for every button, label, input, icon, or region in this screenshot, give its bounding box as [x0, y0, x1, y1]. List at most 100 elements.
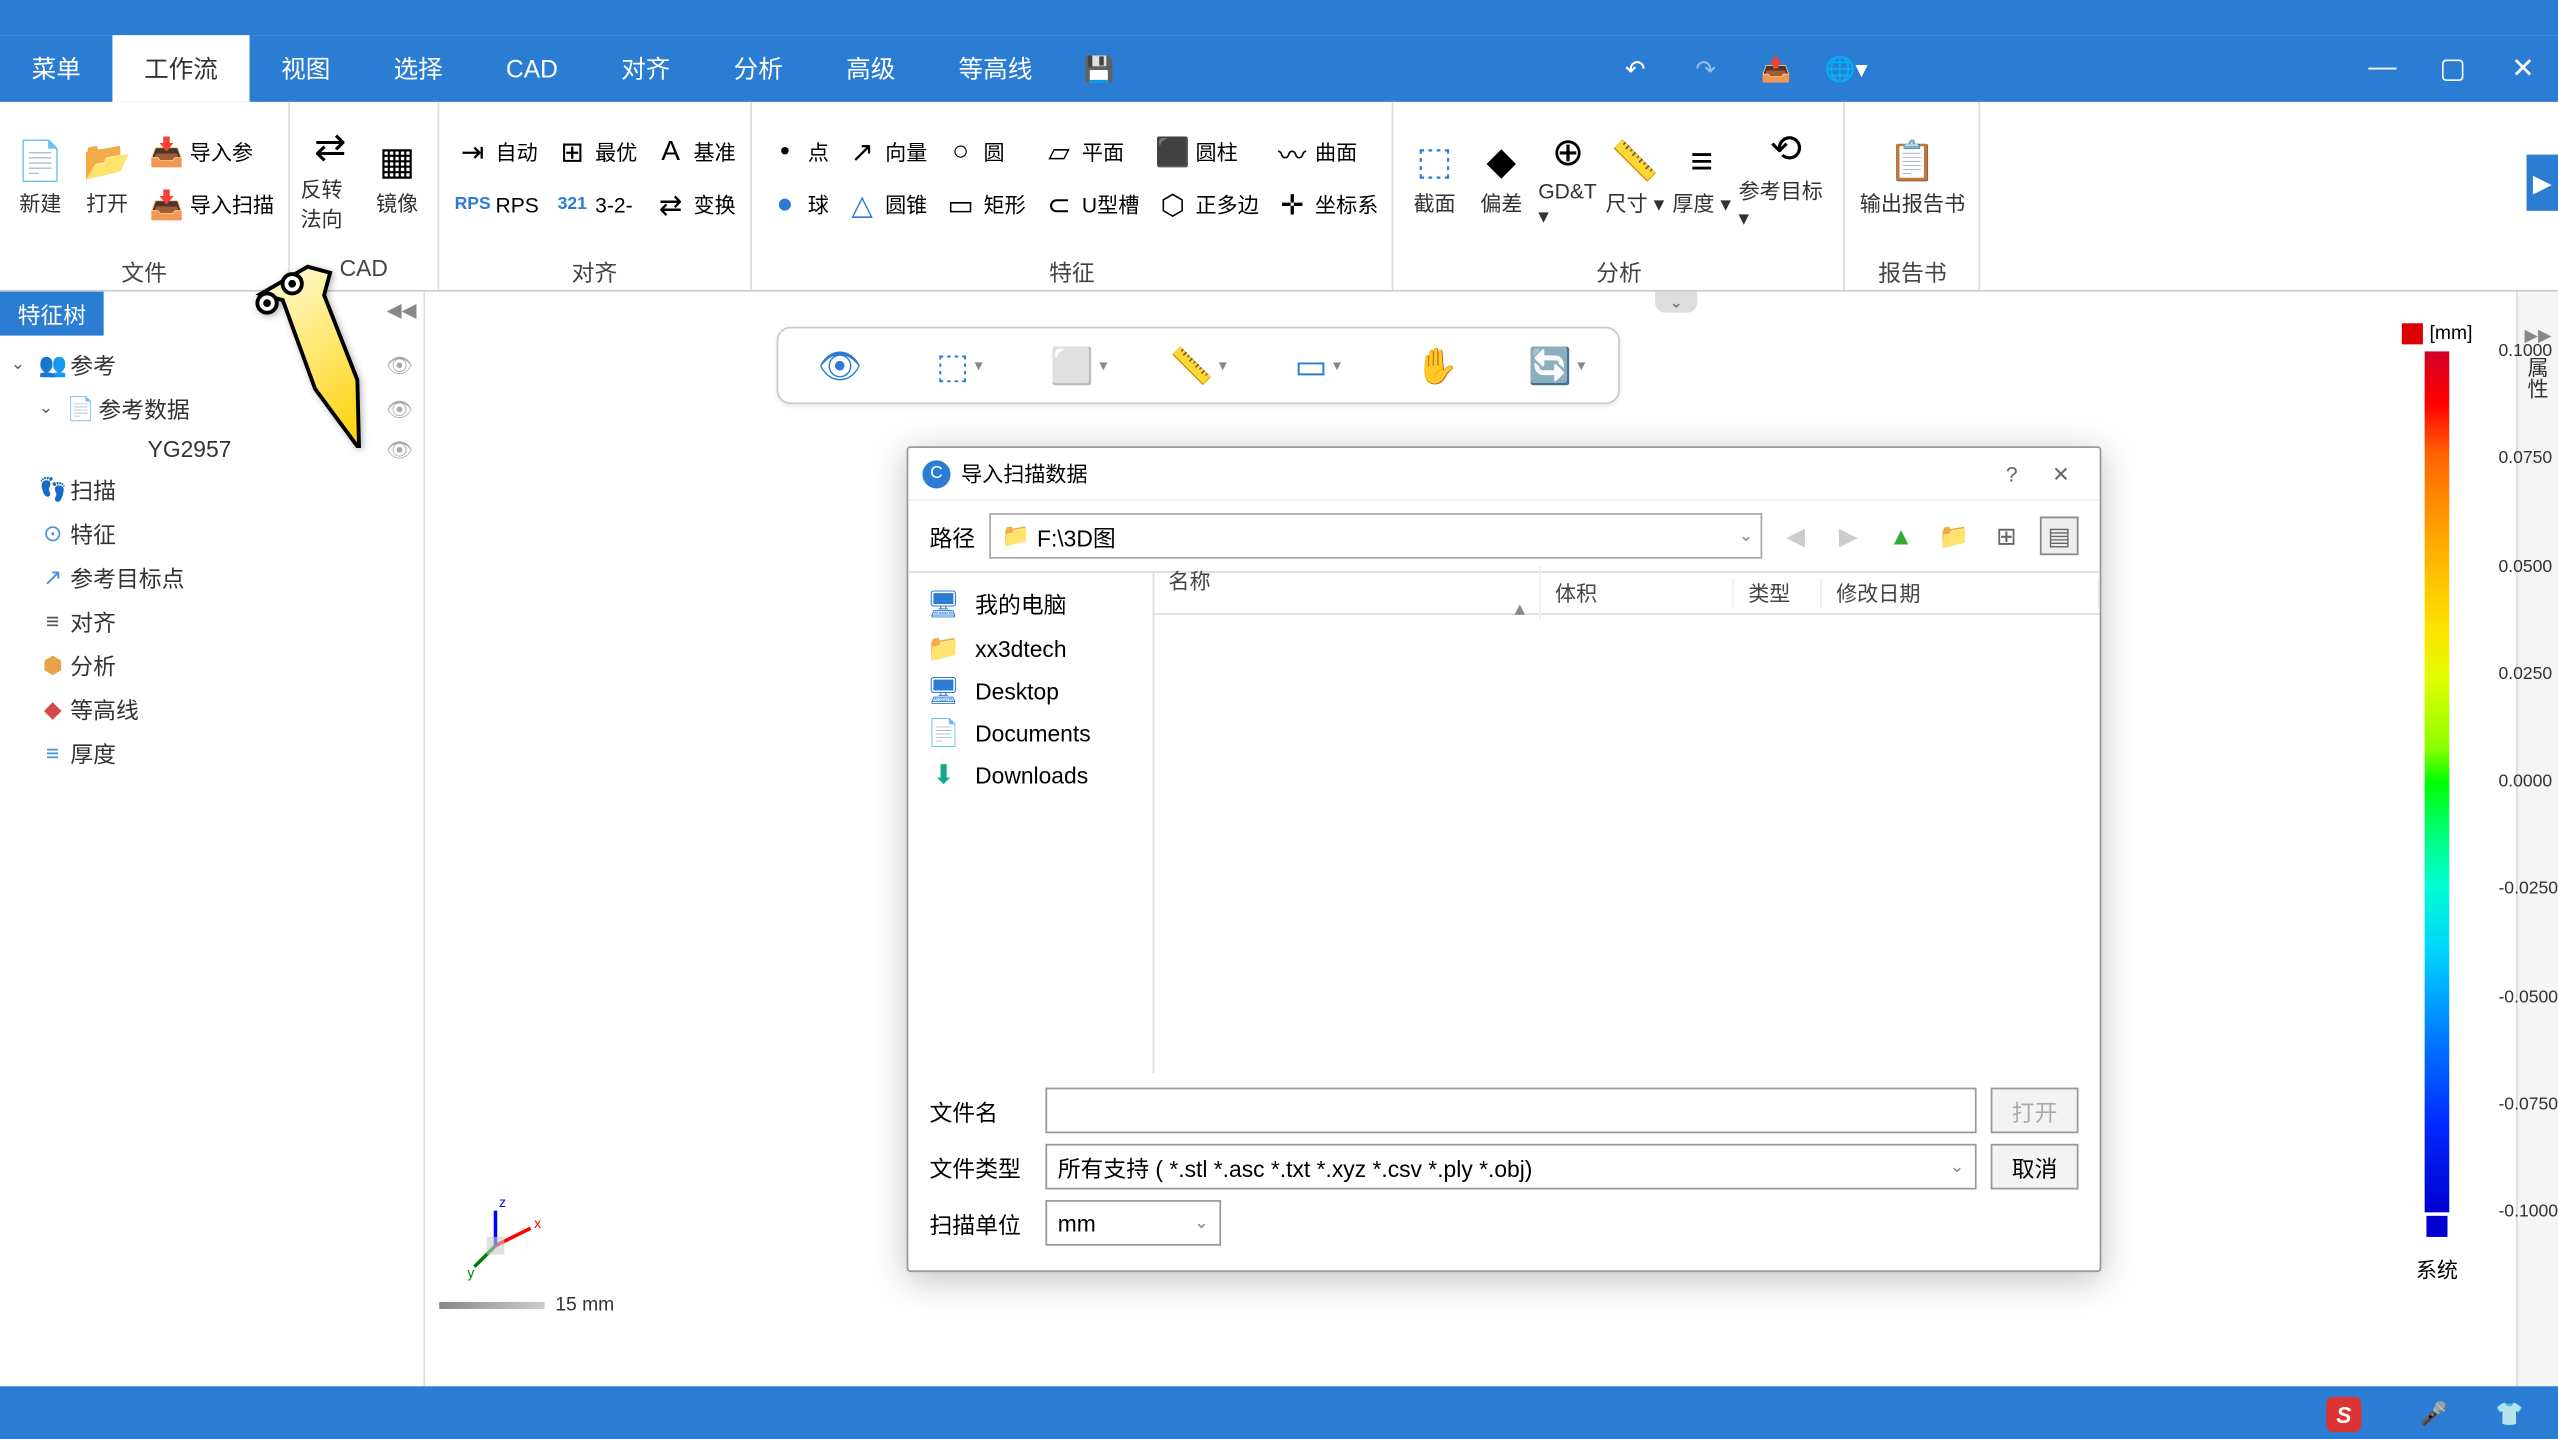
- help-icon[interactable]: 🌐▾: [1811, 35, 1881, 102]
- open-file-button[interactable]: 打开: [1991, 1088, 2079, 1134]
- tab-cad[interactable]: CAD: [474, 35, 589, 102]
- view-measure-button[interactable]: 📏▾: [1154, 339, 1242, 392]
- mirror-button[interactable]: ▦镜像: [364, 132, 431, 225]
- tree-item-1[interactable]: ⌄📄参考数据👁: [0, 387, 423, 431]
- tab-menu[interactable]: 菜单: [0, 35, 112, 102]
- transform-button[interactable]: ⇄变换: [644, 178, 742, 231]
- feature-sphere-button[interactable]: ●球: [759, 178, 836, 231]
- feature-polygon-button[interactable]: ⬡正多边: [1146, 178, 1266, 231]
- ime-lang[interactable]: 中: [2368, 1398, 2391, 1431]
- tree-item-0[interactable]: ⌄👥参考👁: [0, 343, 423, 387]
- rps-button[interactable]: RPSRPS: [446, 178, 546, 231]
- unit-select[interactable]: mm⌄: [1045, 1200, 1221, 1246]
- bestfit-button[interactable]: ⊞最优: [546, 126, 644, 179]
- visibility-icon[interactable]: 👁: [386, 437, 413, 462]
- feature-point-button[interactable]: •点: [759, 126, 836, 179]
- cancel-button[interactable]: 取消: [1991, 1144, 2079, 1190]
- col-size[interactable]: 体积: [1541, 578, 1734, 608]
- ref-target-button[interactable]: ⟲参考目标 ▾: [1735, 119, 1837, 237]
- import-scan-button[interactable]: 📥导入扫描: [141, 178, 282, 231]
- nav-back-button[interactable]: ◀: [1776, 517, 1815, 556]
- open-button[interactable]: 📂打开: [74, 132, 141, 225]
- tab-analyze[interactable]: 分析: [702, 35, 814, 102]
- tab-workflow[interactable]: 工作流: [112, 35, 249, 102]
- sidebar-collapse[interactable]: ◀◀: [387, 299, 417, 322]
- tab-view[interactable]: 视图: [249, 35, 361, 102]
- tree-item-9[interactable]: ≡厚度: [0, 731, 423, 775]
- nav-newfolder-button[interactable]: 📁: [1934, 517, 1973, 556]
- filetype-select[interactable]: 所有支持 ( *.stl *.asc *.txt *.xyz *.csv *.p…: [1045, 1144, 1976, 1190]
- tab-contour[interactable]: 等高线: [927, 35, 1064, 102]
- ime-mic-icon[interactable]: 🎤: [2420, 1400, 2448, 1428]
- sidebar-tab-tree[interactable]: 特征树: [0, 292, 104, 336]
- dialog-close-button[interactable]: ✕: [2036, 461, 2085, 486]
- view-cube-button[interactable]: ⬚▾: [915, 339, 1003, 392]
- dimension-button[interactable]: 📏尺寸 ▾: [1601, 132, 1668, 225]
- file-list[interactable]: 名称 ▴ 体积 类型 修改日期: [1154, 573, 2099, 1074]
- feature-cone-button[interactable]: △圆锥: [836, 178, 934, 231]
- view-box-button[interactable]: ⬜▾: [1035, 339, 1123, 392]
- view-eye-button[interactable]: 👁: [796, 339, 884, 392]
- minimize-button[interactable]: —: [2347, 35, 2417, 102]
- ime-sogou-icon[interactable]: S: [2326, 1397, 2361, 1432]
- section-button[interactable]: ⬚截面: [1401, 132, 1468, 225]
- deviation-button[interactable]: ◆偏差: [1468, 132, 1535, 225]
- nav-downloads[interactable]: ⬇Downloads: [908, 754, 1152, 796]
- feature-rect-button[interactable]: ▭矩形: [934, 178, 1032, 231]
- nav-documents[interactable]: 📄Documents: [908, 712, 1152, 754]
- path-input[interactable]: 📁 F:\3D图 ⌄: [989, 513, 1762, 559]
- view-select-button[interactable]: ▭▾: [1274, 339, 1362, 392]
- save-icon[interactable]: 💾: [1064, 35, 1134, 102]
- dialog-help-button[interactable]: ?: [1987, 461, 2036, 486]
- view-hand-button[interactable]: ✋: [1393, 339, 1481, 392]
- flip-normals-button[interactable]: ⇄反转法向: [297, 117, 364, 240]
- feature-cylinder-button[interactable]: ⬛圆柱: [1146, 126, 1266, 179]
- ime-keyboard-icon[interactable]: ⌨: [2455, 1400, 2488, 1428]
- visibility-icon[interactable]: 👁: [386, 396, 413, 421]
- tree-item-4[interactable]: ⊙特征: [0, 511, 423, 555]
- tree-item-2[interactable]: YG2957👁: [0, 430, 423, 467]
- auto-align-button[interactable]: ⇥自动: [446, 126, 546, 179]
- thickness-button[interactable]: ≡厚度 ▾: [1668, 132, 1735, 225]
- visibility-icon[interactable]: 👁: [386, 352, 413, 377]
- close-button[interactable]: ✕: [2488, 35, 2558, 102]
- view-rotate-button[interactable]: 🔄▾: [1513, 339, 1601, 392]
- feature-surface-button[interactable]: 〰曲面: [1266, 126, 1386, 179]
- tree-item-7[interactable]: ⬢分析: [0, 643, 423, 687]
- tab-select[interactable]: 选择: [362, 35, 474, 102]
- nav-desktop[interactable]: 🖥Desktop: [908, 669, 1152, 711]
- filename-input[interactable]: [1045, 1088, 1976, 1134]
- feature-plane-button[interactable]: ▱平面: [1033, 126, 1147, 179]
- ime-skin-icon[interactable]: 👕: [2495, 1400, 2523, 1428]
- ime-punct-icon[interactable]: •,: [2398, 1401, 2412, 1427]
- nav-fwd-button[interactable]: ▶: [1829, 517, 1868, 556]
- feature-coord-button[interactable]: ✛坐标系: [1266, 178, 1386, 231]
- feature-vector-button[interactable]: ↗向量: [836, 126, 934, 179]
- export-icon[interactable]: 📤: [1741, 35, 1811, 102]
- col-type[interactable]: 类型: [1734, 578, 1822, 608]
- nav-mycomputer[interactable]: 🖥我的电脑: [908, 580, 1152, 627]
- feature-uslot-button[interactable]: ⊂U型槽: [1033, 178, 1147, 231]
- tree-item-8[interactable]: ◆等高线: [0, 687, 423, 731]
- view-list-button[interactable]: ⊞: [1987, 517, 2026, 556]
- import-ref-button[interactable]: 📥导入参: [141, 126, 282, 179]
- 321-button[interactable]: 3213-2-: [546, 178, 644, 231]
- ime-tools-icon[interactable]: ⚙: [2531, 1400, 2551, 1428]
- maximize-button[interactable]: ▢: [2418, 35, 2488, 102]
- datum-button[interactable]: A基准: [644, 126, 742, 179]
- tree-item-5[interactable]: ↗参考目标点: [0, 555, 423, 599]
- report-button[interactable]: 📋输出报告书: [1853, 132, 1972, 225]
- ribbon-scroll-right[interactable]: ▶: [2527, 155, 2558, 211]
- tab-align[interactable]: 对齐: [590, 35, 702, 102]
- undo-icon[interactable]: ↶: [1600, 35, 1670, 102]
- feature-circle-button[interactable]: ○圆: [934, 126, 1032, 179]
- redo-icon[interactable]: ↷: [1671, 35, 1741, 102]
- tree-item-6[interactable]: ≡对齐: [0, 599, 423, 643]
- new-button[interactable]: 📄新建: [7, 132, 74, 225]
- tree-item-3[interactable]: 👣扫描: [0, 467, 423, 511]
- nav-xx3dtech[interactable]: 📁xx3dtech: [908, 627, 1152, 669]
- col-date[interactable]: 修改日期: [1822, 578, 2100, 608]
- col-name[interactable]: 名称 ▴: [1154, 566, 1541, 620]
- view-detail-button[interactable]: ▤: [2040, 517, 2079, 556]
- floating-toolbar-chevron[interactable]: ⌄: [1655, 292, 1697, 313]
